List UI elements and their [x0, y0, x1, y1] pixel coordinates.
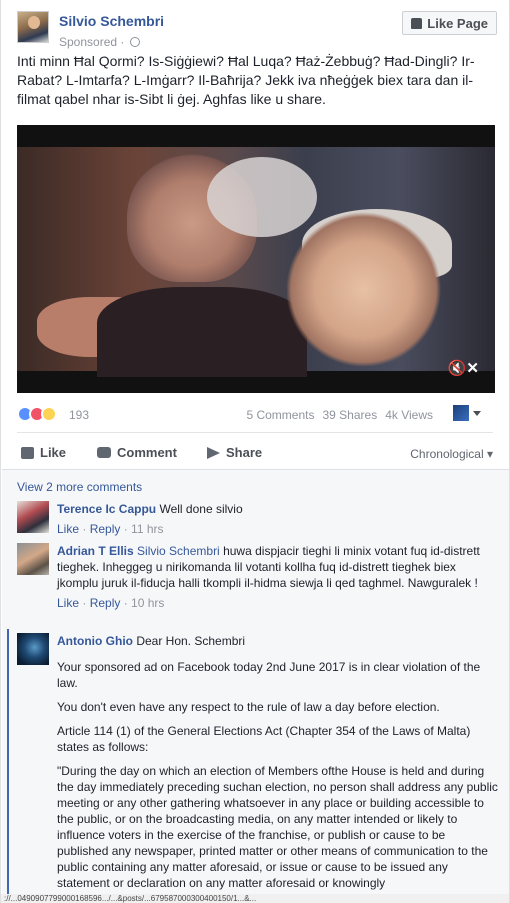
wow-reaction-icon	[41, 406, 57, 422]
post-stats: 193 5 Comments 39 Shares 4k Views	[17, 404, 493, 424]
page-avatar-icon[interactable]	[453, 405, 469, 421]
status-bar: ://...0490907799000168596.../...&posts/.…	[1, 894, 509, 903]
share-label: Share	[226, 445, 263, 460]
comment-meta: Like · Reply · 11 hrs	[57, 522, 164, 536]
video-woman-right	[282, 207, 452, 372]
like-page-label: Like Page	[427, 15, 488, 31]
reactions-count[interactable]: 193	[69, 408, 89, 422]
video-frame	[17, 147, 495, 377]
sort-dropdown[interactable]: Chronological ▾	[410, 447, 493, 461]
video-coat	[97, 287, 307, 377]
comment-paragraph: Article 114 (1) of the General Elections…	[57, 724, 471, 754]
comment-label: Comment	[117, 445, 177, 460]
chevron-down-icon[interactable]	[473, 411, 481, 416]
comment-like-link[interactable]: Like	[57, 596, 79, 610]
mute-icon[interactable]: 🔇✕	[448, 359, 479, 377]
comments-count[interactable]: 5 Comments	[246, 408, 314, 422]
comment-paragraph: Your sponsored ad on Facebook today 2nd …	[57, 660, 481, 690]
avatar[interactable]	[17, 633, 49, 665]
comment-paragraph: "During the day on which an election of …	[57, 764, 498, 890]
divider	[17, 432, 493, 433]
comment-reply-link[interactable]: Reply	[90, 522, 121, 536]
comments-section: View 2 more comments Terence Ic Cappu We…	[2, 469, 509, 903]
share-icon	[207, 446, 220, 459]
video-hair-left	[207, 157, 317, 237]
commenter-name[interactable]: Antonio Ghio	[57, 634, 133, 648]
post-card: Silvio Schembri Sponsored · Like Page In…	[0, 0, 510, 903]
share-button[interactable]: Share	[207, 445, 262, 460]
like-page-button[interactable]: Like Page	[402, 11, 497, 35]
comment-time[interactable]: 11 hrs	[131, 522, 163, 536]
comment-paragraph: You don't even have any respect to the r…	[57, 700, 440, 714]
author-name[interactable]: Silvio Schembri	[59, 13, 164, 29]
like-label: Like	[40, 445, 67, 460]
video-player[interactable]: 🔇✕	[17, 125, 495, 393]
author-avatar[interactable]	[17, 11, 49, 43]
comment-body: Terence Ic Cappu Well done silvio Like ·…	[57, 501, 498, 537]
like-button[interactable]: Like	[21, 445, 66, 460]
sponsored-label[interactable]: Sponsored ·	[59, 35, 140, 49]
thumbs-up-icon	[21, 446, 34, 459]
comment-reply-link[interactable]: Reply	[90, 596, 121, 610]
post-header: Silvio Schembri Sponsored · Like Page	[17, 11, 497, 51]
post-actions: Like Comment Share Chronological ▾	[17, 440, 493, 468]
commenter-name[interactable]: Terence Ic Cappu	[57, 502, 156, 516]
comment-like-link[interactable]: Like	[57, 522, 79, 536]
avatar[interactable]	[17, 501, 49, 533]
globe-icon	[129, 37, 140, 47]
comment-body: Adrian T Ellis Silvio Schembri huwa disp…	[57, 543, 498, 611]
comment-text: Well done silvio	[159, 502, 243, 516]
highlight-bar	[7, 629, 9, 903]
views-count[interactable]: 4k Views	[385, 408, 433, 422]
post-text: Inti minn Ħal Qormi? Is-Siġġiewi? Ħal Lu…	[17, 53, 475, 107]
comment-icon	[97, 447, 111, 458]
reactions[interactable]	[17, 406, 57, 422]
comment-meta: Like · Reply · 10 hrs	[57, 596, 165, 610]
avatar[interactable]	[17, 543, 49, 575]
comment-button[interactable]: Comment	[97, 445, 177, 460]
shares-count[interactable]: 39 Shares	[322, 408, 377, 422]
view-more-comments-link[interactable]: View 2 more comments	[17, 480, 142, 494]
commenter-name[interactable]: Adrian T Ellis	[57, 544, 134, 558]
thumbs-up-icon	[411, 17, 423, 29]
tagged-user[interactable]: Silvio Schembri	[137, 544, 220, 558]
stats-counts: 5 Comments 39 Shares 4k Views	[246, 408, 433, 422]
comment-greeting: Dear Hon. Schembri	[136, 634, 246, 648]
comment-body: Antonio Ghio Dear Hon. Schembri Your spo…	[57, 633, 498, 891]
comment-time[interactable]: 10 hrs	[131, 596, 164, 610]
